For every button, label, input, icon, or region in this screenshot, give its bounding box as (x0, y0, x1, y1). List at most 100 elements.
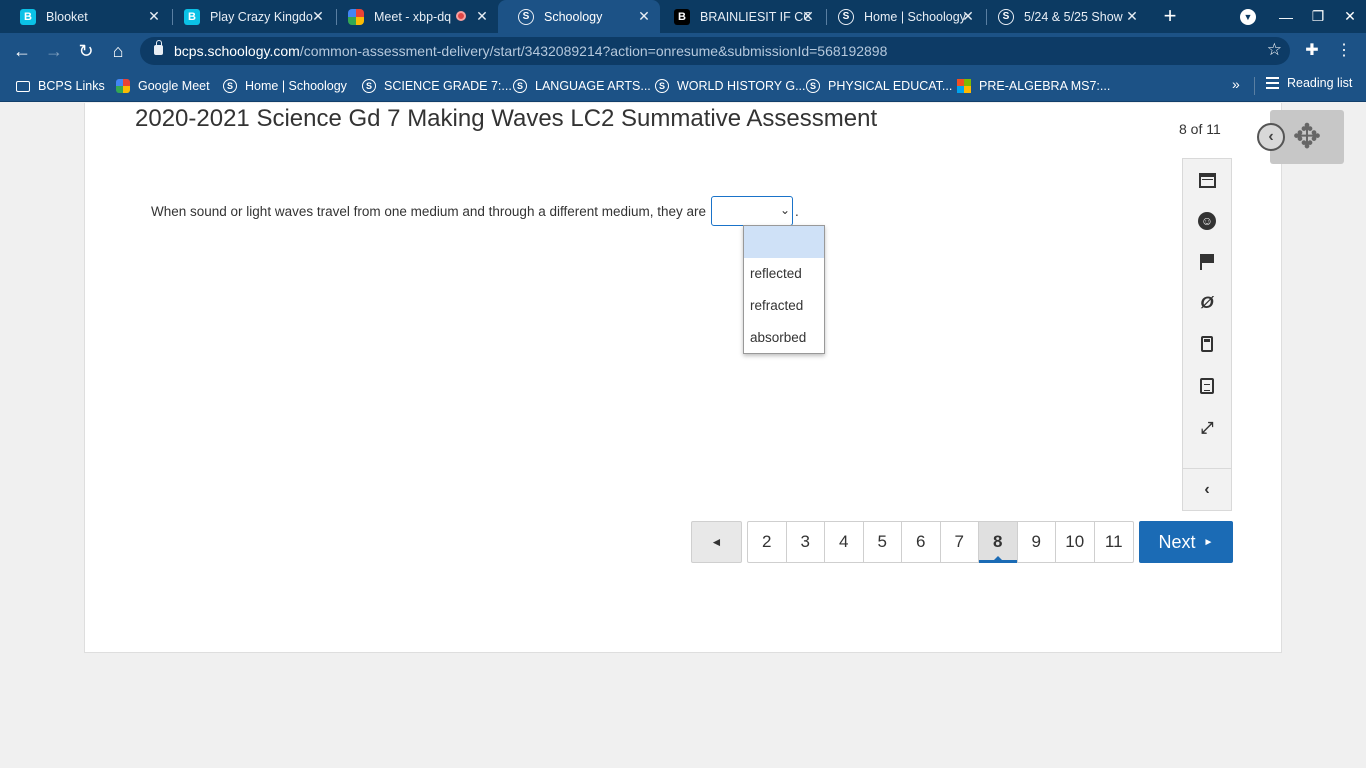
bookmark-science[interactable]: S SCIENCE GRADE 7:... (362, 76, 512, 96)
page-content: 2020-2021 Science Gd 7 Making Waves LC2 … (0, 103, 1366, 768)
google-meet-icon (116, 79, 130, 93)
extensions-puzzle-icon[interactable]: ✚ (1298, 37, 1326, 65)
reload-icon[interactable]: ↻ (72, 37, 100, 65)
tab-brainly[interactable]: B BRAINLIESIT IF CO ✕ (654, 0, 824, 33)
browser-toolbar: ← → ↻ ⌂ bcps.schoology.com/common-assess… (0, 33, 1366, 69)
reading-list-icon (1266, 77, 1279, 89)
bookmark-home-schoology[interactable]: S Home | Schoology (223, 76, 347, 96)
bookmark-label: WORLD HISTORY G... (677, 79, 806, 93)
tab-home-schoology[interactable]: S Home | Schoology ✕ (818, 0, 984, 33)
bookmark-label: LANGUAGE ARTS... (535, 79, 651, 93)
schoology-icon: S (806, 79, 820, 93)
bookmarks-bar: BCPS Links Google Meet S Home | Schoolog… (0, 69, 1366, 102)
url-host: bcps.schoology.com (174, 43, 300, 59)
page-numbers: 2 3 4 5 6 7 8 9 10 11 (747, 521, 1134, 563)
dropdown-option-refracted[interactable]: refracted (744, 290, 824, 322)
new-tab-plus-icon[interactable]: + (1158, 4, 1182, 28)
page-6-button[interactable]: 6 (902, 522, 941, 562)
schoology-icon: S (513, 79, 527, 93)
bookmark-star-icon[interactable]: ☆ (1267, 40, 1282, 60)
bookmark-label: PRE-ALGEBRA MS7:... (979, 79, 1111, 93)
address-bar[interactable]: bcps.schoology.com/common-assessment-del… (140, 37, 1290, 65)
minimize-icon[interactable]: — (1270, 0, 1302, 33)
tool-calculator-button[interactable] (1183, 326, 1231, 362)
url-path: /common-assessment-delivery/start/343208… (299, 43, 888, 59)
tool-flag-button[interactable] (1183, 244, 1231, 280)
tool-divider (1183, 468, 1231, 469)
close-icon[interactable]: ✕ (146, 8, 162, 24)
schoology-icon: S (223, 79, 237, 93)
tool-eliminate-button[interactable]: Ø (1183, 285, 1231, 321)
tab-title: Meet - xbp-dq (374, 9, 452, 24)
tool-panel: ☺ Ø ⤢ ‹ (1182, 158, 1232, 511)
next-button[interactable]: Next ► (1139, 521, 1233, 563)
tab-schoology-active[interactable]: S Schoology ✕ (498, 0, 660, 33)
tab-title: BRAINLIESIT IF CO (700, 9, 810, 24)
bookmark-language-arts[interactable]: S LANGUAGE ARTS... (513, 76, 651, 96)
question-text: When sound or light waves travel from on… (151, 203, 707, 219)
page-4-button[interactable]: 4 (825, 522, 864, 562)
reading-list-button[interactable]: Reading list (1266, 76, 1352, 90)
page-9-button[interactable]: 9 (1018, 522, 1056, 562)
page-5-button[interactable]: 5 (864, 522, 902, 562)
tool-accessibility-button[interactable]: ☺ (1183, 203, 1231, 239)
page-3-button[interactable]: 3 (787, 522, 825, 562)
tab-play-crazy-kingdom[interactable]: B Play Crazy Kingdo ✕ (164, 0, 334, 33)
close-icon[interactable]: ✕ (310, 8, 326, 24)
close-icon[interactable]: ✕ (474, 8, 490, 24)
page-2-button[interactable]: 2 (748, 522, 787, 562)
answer-dropdown-list: reflected refracted absorbed (743, 225, 825, 354)
url-text: bcps.schoology.com/common-assessment-del… (174, 43, 887, 59)
assessment-card: 2020-2021 Science Gd 7 Making Waves LC2 … (84, 103, 1344, 653)
close-icon[interactable]: ✕ (1124, 8, 1140, 24)
bookmark-label: BCPS Links (38, 79, 105, 93)
answer-select[interactable]: ⌄ (711, 196, 794, 226)
schoology-icon: S (838, 8, 854, 25)
question-row: When sound or light waves travel from on… (151, 196, 799, 226)
bookmark-physical-education[interactable]: S PHYSICAL EDUCAT... (806, 76, 952, 96)
tool-collapse-button[interactable]: ‹ (1183, 472, 1231, 508)
page-11-button[interactable]: 11 (1095, 522, 1134, 562)
bookmark-separator (1254, 77, 1255, 95)
lock-icon (154, 40, 163, 55)
chevron-left-circle-icon[interactable]: ‹ (1257, 123, 1285, 151)
recording-indicator-icon (456, 11, 466, 21)
tool-notepad-button[interactable] (1183, 368, 1231, 404)
brainly-icon: B (674, 8, 690, 25)
google-meet-icon (348, 8, 364, 25)
browser-menu-icon[interactable]: ⋮ (1330, 37, 1358, 65)
previous-button[interactable]: ◄ (691, 521, 742, 563)
microsoft-icon (957, 79, 971, 93)
tab-search-chevron-icon[interactable]: ▼ (1232, 0, 1264, 33)
close-icon[interactable]: ✕ (960, 8, 976, 24)
bookmark-bcps-links[interactable]: BCPS Links (16, 76, 105, 96)
strikethrough-icon: Ø (1200, 293, 1214, 312)
page-8-button-current[interactable]: 8 (979, 522, 1018, 563)
close-icon[interactable]: ✕ (800, 8, 816, 24)
back-arrow-icon[interactable]: ← (8, 37, 36, 65)
tab-meet[interactable]: Meet - xbp-dq ✕ (328, 0, 498, 33)
tab-strip: B Blooket ✕ B Play Crazy Kingdo ✕ Meet -… (0, 0, 1366, 33)
window-close-icon[interactable]: ✕ (1334, 0, 1366, 33)
bookmark-world-history[interactable]: S WORLD HISTORY G... (655, 76, 806, 96)
dropdown-option-blank[interactable] (744, 226, 824, 258)
reading-list-label: Reading list (1287, 76, 1353, 90)
tab-show[interactable]: S 5/24 & 5/25 Show ✕ (978, 0, 1148, 33)
tool-fullscreen-button[interactable]: ⤢ (1183, 411, 1231, 447)
chevron-left-icon: ‹ (1204, 481, 1210, 498)
home-icon[interactable]: ⌂ (104, 37, 132, 65)
tool-calendar-button[interactable] (1183, 162, 1231, 198)
dropdown-option-reflected[interactable]: reflected (744, 258, 824, 290)
bookmark-pre-algebra[interactable]: PRE-ALGEBRA MS7:... (957, 76, 1110, 96)
close-icon[interactable]: ✕ (636, 8, 652, 24)
page-10-button[interactable]: 10 (1056, 522, 1095, 562)
page-7-button[interactable]: 7 (941, 522, 979, 562)
bookmark-label: Home | Schoology (245, 79, 347, 93)
bookmark-google-meet[interactable]: Google Meet (116, 76, 210, 96)
accessibility-icon: ☺ (1198, 212, 1216, 230)
forward-arrow-icon[interactable]: → (40, 37, 68, 65)
dropdown-option-absorbed[interactable]: absorbed (744, 322, 824, 354)
tab-blooket[interactable]: B Blooket ✕ (0, 0, 170, 33)
restore-icon[interactable]: ❐ (1302, 0, 1334, 33)
more-bookmarks-chevron-icon[interactable]: » (1232, 76, 1240, 92)
